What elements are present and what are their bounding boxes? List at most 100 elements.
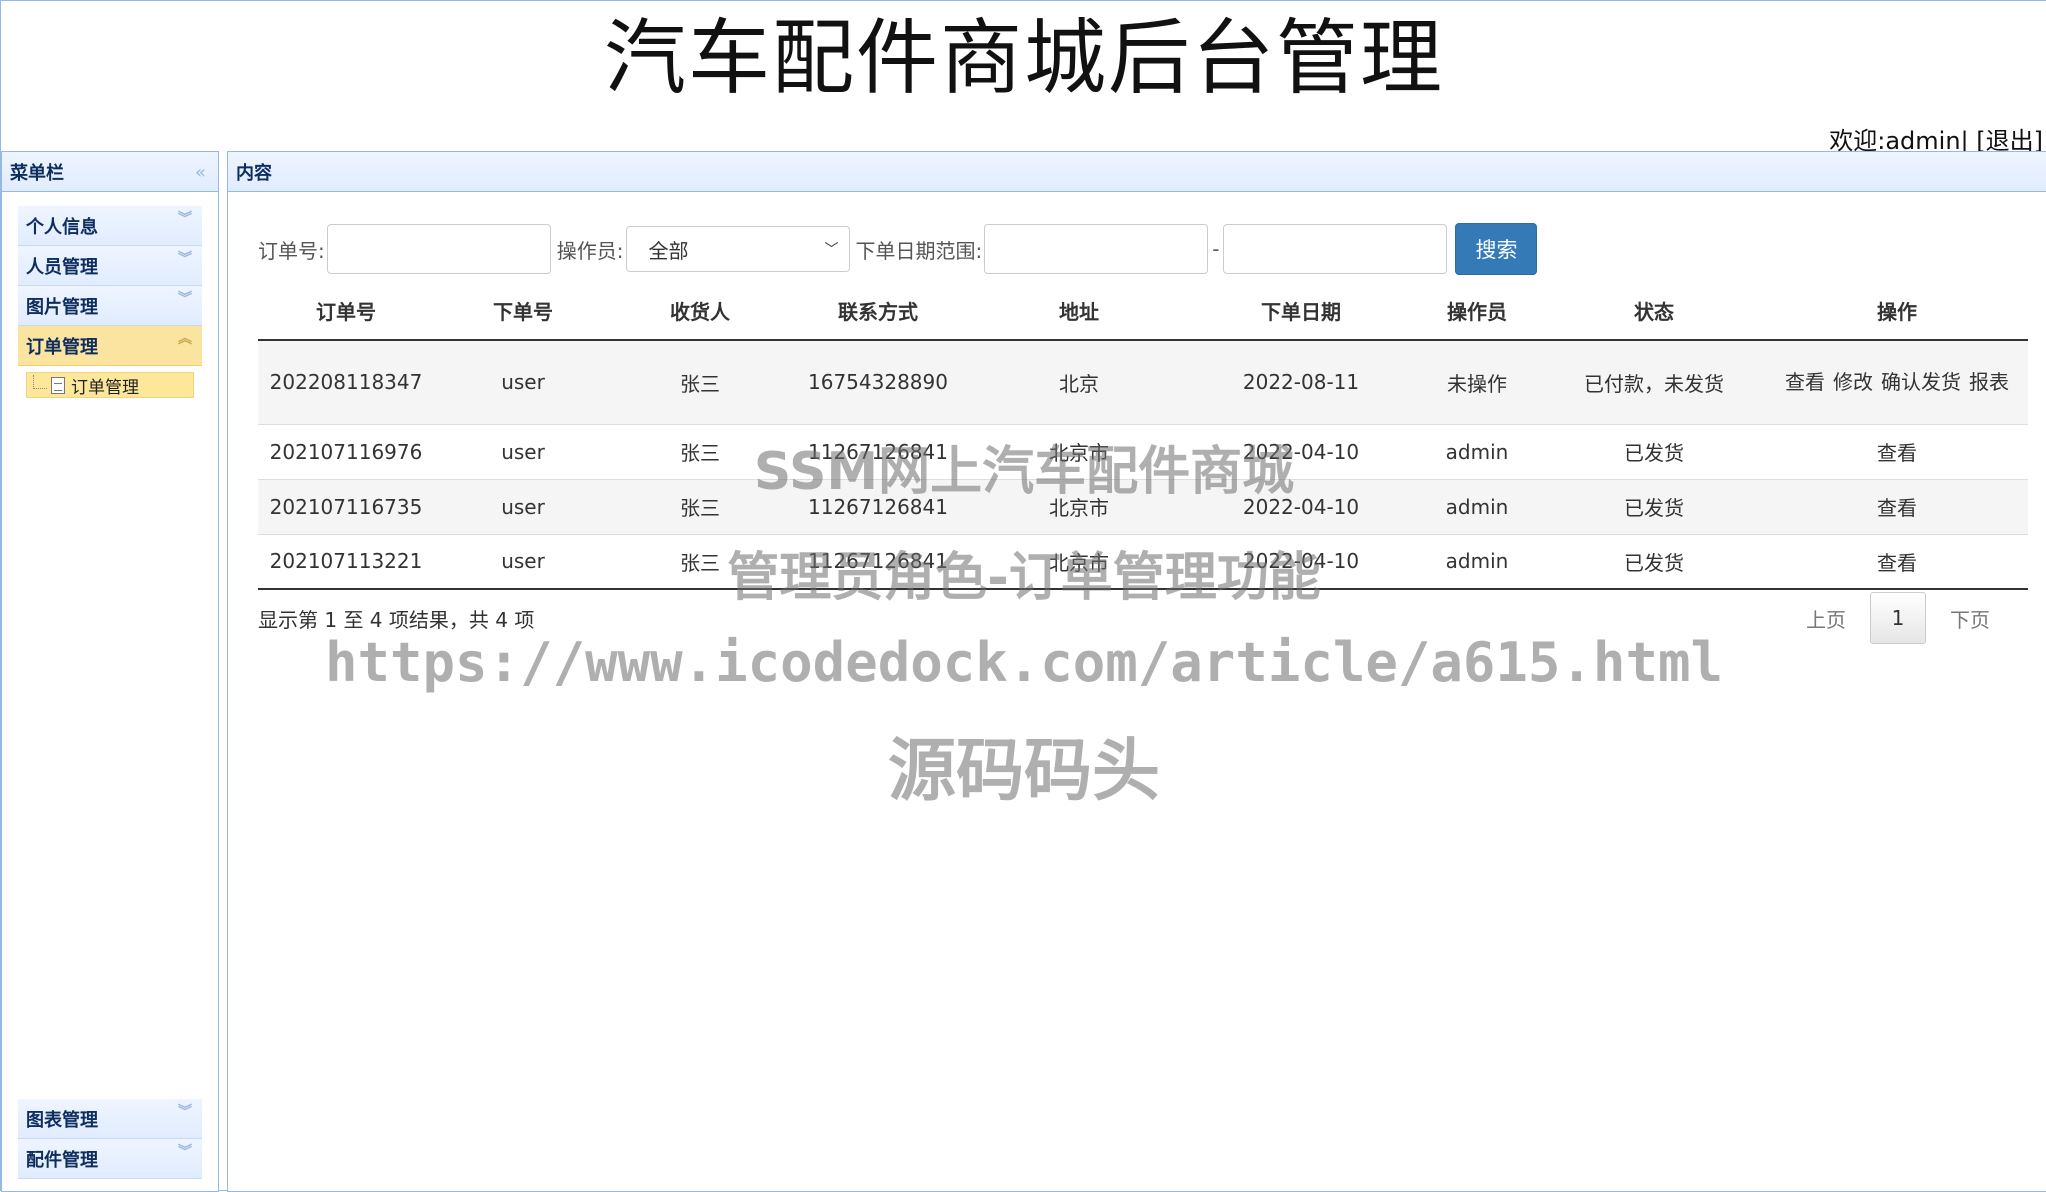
view-link[interactable]: 查看 [1877,496,1917,520]
table-row: 202107116735 user 张三 11267126841 北京市 202… [258,478,2028,534]
date-separator: - [1212,237,1220,261]
operator-select[interactable]: 全部 ﹀ [625,226,850,272]
sidebar-title: 菜单栏 [10,162,64,184]
cell-address: 北京 [968,339,1190,424]
chevron-down-icon: ︾ [178,251,192,267]
chevron-down-icon: ︾ [178,1104,192,1120]
cell-order-no: 202107113221 [258,533,434,590]
cell-order-no: 202107116976 [258,423,434,479]
column-header[interactable]: 操作 [1766,282,2028,341]
operator-label: 操作员: [556,238,624,263]
chevron-down-icon: ︾ [178,1144,192,1160]
column-header[interactable]: 下单号 [434,282,612,341]
cell-placer: user [434,339,612,424]
sidebar-item-label: 图片管理 [26,296,98,318]
cell-receiver: 张三 [612,339,788,424]
cell-placer: user [434,423,612,479]
report-link[interactable]: 报表 [1969,370,2009,394]
column-header[interactable]: 下单日期 [1190,282,1412,341]
cell-actions: 查看 [1766,478,2028,534]
cell-status: 已发货 [1542,533,1766,590]
chevron-down-icon: ︾ [178,211,192,227]
cell-address: 北京市 [968,533,1190,590]
sidebar-item-label: 人员管理 [26,256,98,278]
cell-placer: user [434,478,612,534]
operator-selected-value: 全部 [648,238,689,263]
date-range-label: 下单日期范围: [855,238,983,263]
cell-address: 北京市 [968,478,1190,534]
sidebar-header: 菜单栏 « [2,152,218,192]
sidebar-item-staff[interactable]: 人员管理 ︾ [18,246,202,286]
sidebar-item-label: 图表管理 [26,1109,98,1131]
cell-date: 2022-04-10 [1190,423,1412,479]
submenu-order-management[interactable]: 订单管理 [26,372,194,398]
edit-link[interactable]: 修改 [1833,370,1873,394]
next-page-button[interactable]: 下页 [1926,604,2014,633]
cell-date: 2022-04-10 [1190,533,1412,590]
collapse-left-icon[interactable]: « [195,162,206,183]
cell-order-no: 202107116735 [258,478,434,534]
search-button[interactable]: 搜索 [1455,223,1538,275]
site-title: 汽车配件商城后台管理 [603,11,1444,106]
sidebar-item-parts[interactable]: 配件管理 ︾ [18,1139,202,1179]
header: 汽车配件商城后台管理 欢迎:admin| [退出] [1,1,2046,155]
cell-operator: admin [1412,423,1542,479]
table-row: 202107113221 user 张三 11267126841 北京市 202… [258,533,2028,590]
sidebar-item-images[interactable]: 图片管理 ︾ [18,286,202,326]
sidebar-item-orders[interactable]: 订单管理 ︽ [18,326,202,366]
chevron-up-icon: ︽ [178,331,192,347]
table-header-row: 订单号 下单号 收货人 联系方式 地址 下单日期 操作员 状态 操作 [258,282,2028,341]
cell-date: 2022-08-11 [1190,339,1412,424]
confirm-ship-link[interactable]: 确认发货 [1881,370,1961,394]
column-header[interactable]: 状态 [1542,282,1766,341]
cell-receiver: 张三 [612,478,788,534]
chevron-down-icon: ﹀ [824,242,839,258]
column-header[interactable]: 订单号 [258,282,434,341]
cell-status: 已付款，未发货 [1542,339,1766,424]
view-link[interactable]: 查看 [1877,441,1917,465]
cell-phone: 11267126841 [788,533,968,590]
cell-receiver: 张三 [612,533,788,590]
cell-phone: 11267126841 [788,423,968,479]
cell-operator: admin [1412,533,1542,590]
cell-status: 已发货 [1542,478,1766,534]
cell-date: 2022-04-10 [1190,478,1412,534]
current-page-button[interactable]: 1 [1870,592,1926,644]
view-link[interactable]: 查看 [1877,551,1917,575]
cell-receiver: 张三 [612,423,788,479]
orders-table: 订单号 下单号 收货人 联系方式 地址 下单日期 操作员 状态 操作 20220… [258,282,2028,590]
sidebar-item-label: 个人信息 [26,216,98,238]
column-header[interactable]: 联系方式 [788,282,968,341]
order-no-input[interactable] [326,224,551,274]
column-header[interactable]: 收货人 [612,282,788,341]
cell-actions: 查看 修改 确认发货 报表 [1766,339,2028,424]
search-form: 订单号: 操作员: 全部 ﹀ 下单日期范围: - 搜索 [258,222,1538,276]
sidebar-bottom-groups: 图表管理 ︾ 配件管理 ︾ [2,1099,218,1179]
sidebar-item-charts[interactable]: 图表管理 ︾ [18,1099,202,1139]
cell-actions: 查看 [1766,423,2028,479]
app-frame: 汽车配件商城后台管理 欢迎:admin| [退出] 菜单栏 « 个人信息 ︾ 人… [0,0,2046,1192]
cell-operator: admin [1412,478,1542,534]
cell-operator: 未操作 [1412,339,1542,424]
view-link[interactable]: 查看 [1785,370,1825,394]
cell-actions: 查看 [1766,533,2028,590]
column-header[interactable]: 地址 [968,282,1190,341]
document-icon [51,376,65,394]
cell-order-no: 202208118347 [258,339,434,424]
sidebar: 菜单栏 « 个人信息 ︾ 人员管理 ︾ 图片管理 ︾ 订单管理 ︽ 订单管理 图… [1,151,219,1192]
sidebar-item-label: 配件管理 [26,1149,98,1171]
date-to-input[interactable] [1223,224,1448,274]
sidebar-item-personal-info[interactable]: 个人信息 ︾ [18,206,202,246]
pagination: 上页 1 下页 [1782,592,2014,644]
content-header: 内容 [228,152,2046,192]
sidebar-item-label: 订单管理 [26,336,98,358]
cell-phone: 11267126841 [788,478,968,534]
prev-page-button[interactable]: 上页 [1782,604,1870,633]
cell-phone: 16754328890 [788,339,968,424]
date-from-input[interactable] [984,224,1209,274]
table-row: 202107116976 user 张三 11267126841 北京市 202… [258,423,2028,479]
order-no-label: 订单号: [258,238,325,263]
submenu-label: 订单管理 [71,377,139,398]
table-row: 202208118347 user 张三 16754328890 北京 2022… [258,339,2028,424]
column-header[interactable]: 操作员 [1412,282,1542,341]
